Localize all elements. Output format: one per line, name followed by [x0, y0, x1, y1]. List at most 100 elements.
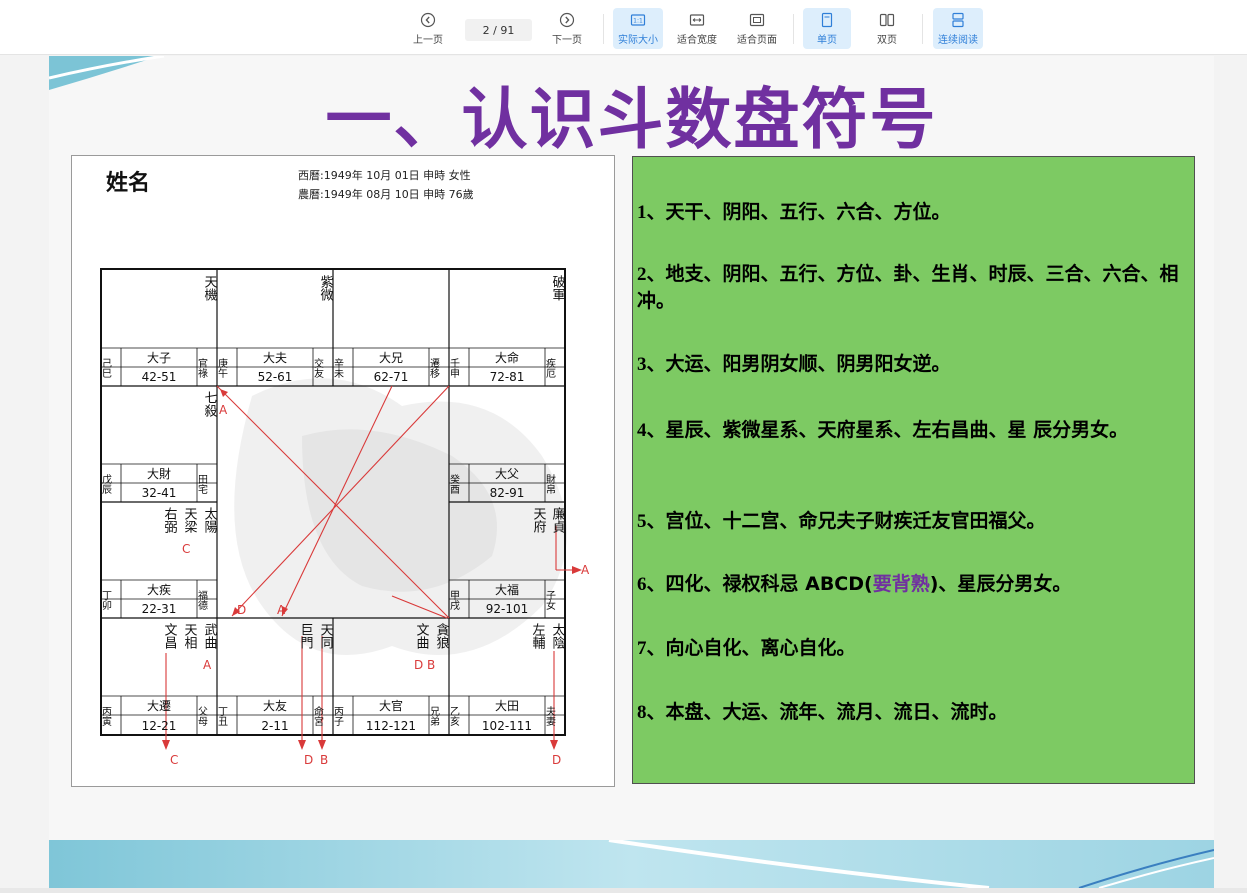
palace-name: 財帛 [544, 473, 556, 495]
viewer-toolbar: 上一页 2 / 91 下一页 1:1 实际大小 适合宽度 适合页面 单页 双页 … [0, 0, 1247, 55]
list-item: 5、宫位、十二宫、命兄夫子财疾迁友官田福父。 [637, 508, 1193, 535]
fit-width-label: 适合宽度 [677, 34, 717, 46]
age-range: 42-51 [142, 370, 177, 384]
palace-name: 官祿 [196, 357, 208, 378]
actual-size-button[interactable]: 1:1 实际大小 [613, 8, 663, 49]
star-label: 武曲 [202, 623, 218, 649]
arrow-label-a: A [219, 403, 228, 417]
arrow-label-a: A [581, 563, 590, 577]
star-label: 紫微 [318, 275, 334, 301]
decade-limit: 大遷 [147, 699, 171, 713]
age-range: 82-91 [490, 486, 525, 500]
item-number: 2 [637, 264, 647, 285]
item-number: 6 [637, 574, 647, 595]
palace-name: 命宮 [312, 705, 324, 727]
item-text: 、四化、禄权科忌 ABCD( [646, 573, 873, 595]
star-label: 天府 [531, 507, 547, 534]
fit-width-icon [689, 13, 705, 26]
single-page-button[interactable]: 单页 [803, 8, 851, 49]
age-range: 72-81 [490, 370, 525, 384]
palace-name: 父母 [196, 706, 208, 727]
double-page-icon [879, 13, 895, 26]
single-page-icon [821, 12, 833, 27]
item-text: 、宫位、十二宫、命兄夫子财疾迁友官田福父。 [646, 510, 1046, 532]
solar-date-line: 西曆:1949年 10月 01日 申時 女性 [298, 168, 471, 182]
actual-size-icon: 1:1 [630, 13, 646, 26]
toolbar-divider [922, 14, 923, 44]
item-text: 、向心自化、离心自化。 [646, 637, 856, 659]
star-label: 破軍 [550, 275, 566, 301]
item-text: 、地支、阴阳、五行、方位、卦、生肖、时辰、三合、六合、相冲。 [637, 263, 1179, 312]
decade-limit: 大田 [495, 699, 519, 713]
age-range: 62-71 [374, 370, 409, 384]
lunar-date-line: 農曆:1949年 08月 10日 申時 76歲 [298, 187, 474, 201]
decade-limit: 大父 [495, 467, 519, 481]
arrow-label-d: D [304, 753, 313, 767]
stem-branch: 癸酉 [448, 473, 460, 495]
decade-limit: 大官 [379, 698, 403, 713]
fit-page-button[interactable]: 适合页面 [732, 8, 782, 49]
palace-name: 遷移 [428, 358, 440, 379]
continuous-reading-icon [952, 12, 964, 27]
fit-page-label: 适合页面 [737, 34, 777, 46]
palace-name: 福德 [196, 589, 208, 611]
stem-branch: 己巳 [100, 358, 111, 378]
stem-branch: 丙寅 [100, 706, 112, 727]
age-range: 102-111 [482, 719, 532, 733]
list-item: 6、四化、禄权科忌 ABCD(要背熟)、星辰分男女。 [637, 571, 1193, 598]
star-label: 天同 [318, 623, 334, 649]
arrow-label-d: D [552, 753, 561, 767]
double-page-button[interactable]: 双页 [864, 8, 910, 49]
star-label: 貪狼 [434, 622, 450, 650]
decade-limit: 大福 [495, 582, 519, 597]
decade-limit: 大子 [147, 351, 171, 365]
continuous-reading-button[interactable]: 连续阅读 [933, 8, 983, 49]
next-page-button[interactable]: 下一页 [545, 8, 589, 49]
toolbar-divider [603, 14, 604, 44]
actual-size-label: 实际大小 [618, 34, 658, 46]
item-text: )、星辰分男女。 [929, 573, 1072, 595]
stem-branch: 壬申 [448, 358, 460, 379]
palace-name: 田宅 [196, 474, 208, 494]
list-item: 3、大运、阳男阴女顺、阴男阳女逆。 [637, 351, 1193, 378]
age-range: 22-31 [142, 602, 177, 616]
arrow-label-a: A [277, 603, 286, 617]
item-text: 、本盘、大运、流年、流月、流日、流时。 [646, 701, 1008, 723]
total-pages: / 91 [493, 23, 515, 37]
fit-width-button[interactable]: 适合宽度 [672, 8, 722, 49]
star-label: 七殺 [202, 391, 218, 418]
chart-svg: 姓名 西曆:1949年 10月 01日 申時 女性 農曆:1949年 08月 1… [100, 168, 591, 767]
stem-branch: 甲戌 [448, 590, 460, 611]
sihua-mark: A [203, 658, 212, 672]
list-item: 1、天干、阴阳、五行、六合、方位。 [637, 199, 1193, 226]
decade-limit: 大財 [147, 466, 171, 481]
stem-branch: 戊辰 [100, 474, 112, 495]
item-text: 、星辰、紫微星系、天府星系、左右昌曲、星 辰分男女。 [646, 419, 1129, 441]
star-label: 天梁 [182, 507, 198, 533]
stem-branch: 辛未 [332, 357, 344, 379]
age-range: 112-121 [366, 719, 416, 733]
list-item: 8、本盘、大运、流年、流月、流日、流时。 [637, 699, 1193, 726]
age-range: 12-21 [142, 719, 177, 733]
prev-page-button[interactable]: 上一页 [406, 8, 450, 49]
double-page-label: 双页 [877, 34, 897, 46]
page-number-field[interactable]: 2 / 91 [465, 19, 532, 41]
item-number: 7 [637, 638, 647, 659]
star-label: 廉貞 [550, 506, 566, 534]
item-number: 4 [637, 420, 647, 441]
star-label: 文昌 [162, 623, 178, 649]
item-text: 、大运、阳男阴女顺、阴男阳女逆。 [646, 353, 951, 375]
name-label: 姓名 [106, 170, 150, 196]
arrow-label-b: B [320, 753, 328, 767]
age-range: 32-41 [142, 486, 177, 500]
decade-limit: 大疾 [147, 582, 171, 597]
next-page-label: 下一页 [552, 34, 582, 46]
item-number: 8 [637, 702, 647, 723]
star-label: 太陰 [550, 623, 566, 649]
chevron-right-circle-icon [559, 12, 575, 27]
palace-name: 交友 [312, 357, 324, 379]
slide-title: 一、认识斗数盘符号 [325, 81, 938, 158]
palace-name: 子女 [544, 590, 556, 611]
decade-limit: 大夫 [263, 351, 287, 365]
svg-text:1:1: 1:1 [633, 17, 643, 24]
